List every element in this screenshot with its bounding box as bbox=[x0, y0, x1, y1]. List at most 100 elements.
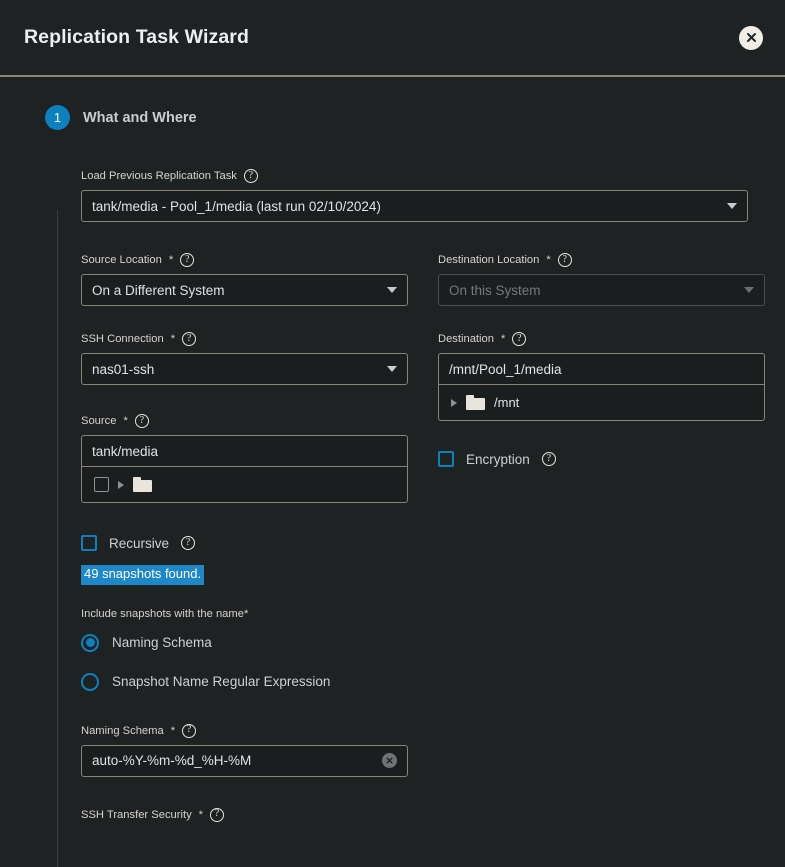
destination-tree-item-label: /mnt bbox=[494, 395, 520, 410]
help-icon[interactable]: ? bbox=[512, 332, 527, 346]
chevron-right-icon[interactable] bbox=[118, 480, 124, 489]
help-icon[interactable]: ? bbox=[134, 414, 149, 428]
chevron-right-icon[interactable] bbox=[451, 398, 457, 407]
ssh-connection-value: nas01-ssh bbox=[92, 361, 155, 377]
help-icon[interactable]: ? bbox=[182, 723, 197, 738]
help-icon[interactable]: ? bbox=[557, 253, 572, 267]
wizard-form: Load Previous Replication Task ? tank/me… bbox=[0, 169, 785, 829]
source-location-label: Source Location * ? bbox=[81, 253, 408, 267]
source-location-value: On a Different System bbox=[92, 282, 225, 298]
clear-icon[interactable] bbox=[382, 753, 397, 769]
chevron-down-icon bbox=[387, 287, 397, 293]
radio-snapshot-regex-label: Snapshot Name Regular Expression bbox=[112, 674, 331, 690]
radio-naming-schema-control[interactable] bbox=[81, 633, 99, 652]
naming-schema-input[interactable]: auto-%Y-%m-%d_%H-%M bbox=[81, 744, 408, 777]
naming-schema-value: auto-%Y-%m-%d_%H-%M bbox=[92, 753, 252, 769]
required-marker: * bbox=[168, 254, 174, 266]
source-tree-checkbox[interactable] bbox=[94, 477, 109, 492]
source-input[interactable]: tank/media bbox=[81, 435, 408, 467]
radio-naming-schema[interactable]: Naming Schema bbox=[81, 633, 408, 652]
required-marker: * bbox=[123, 415, 128, 427]
load-previous-task-label: Load Previous Replication Task ? bbox=[81, 169, 748, 183]
destination-tree-panel[interactable]: /mnt bbox=[438, 385, 765, 421]
load-previous-task-select[interactable]: tank/media - Pool_1/media (last run 02/1… bbox=[81, 190, 748, 222]
field-source-location: Source Location * ? On a Different System bbox=[81, 253, 408, 306]
destination-value: /mnt/Pool_1/media bbox=[449, 361, 562, 377]
help-icon[interactable]: ? bbox=[182, 332, 197, 346]
location-row: Source Location * ? On a Different System… bbox=[81, 253, 785, 306]
step-number-badge: 1 bbox=[45, 105, 70, 130]
required-marker: * bbox=[546, 254, 551, 266]
destination-location-label: Destination Location * ? bbox=[438, 253, 765, 267]
destination-input[interactable]: /mnt/Pool_1/media bbox=[438, 353, 765, 385]
destination-location-value: On this System bbox=[449, 282, 541, 298]
help-icon[interactable]: ? bbox=[243, 169, 258, 183]
ssh-connection-label: SSH Connection * ? bbox=[81, 332, 408, 346]
replication-task-wizard: Replication Task Wizard 1 What and Where… bbox=[0, 0, 785, 867]
encryption-checkbox[interactable] bbox=[438, 451, 454, 467]
right-column: Destination * ? /mnt/Pool_1/media /mnt E… bbox=[438, 332, 765, 829]
snapshots-found-text: 49 snapshots found. bbox=[81, 565, 205, 585]
field-destination-location: Destination Location * ? On this System bbox=[438, 253, 765, 306]
field-ssh-connection: SSH Connection * ? nas01-ssh bbox=[81, 332, 408, 385]
radio-snapshot-regex-control[interactable] bbox=[81, 672, 99, 691]
chevron-down-icon bbox=[387, 366, 397, 372]
destination-location-label-text: Destination Location bbox=[438, 254, 540, 266]
field-destination: Destination * ? /mnt/Pool_1/media /mnt bbox=[438, 332, 765, 421]
naming-schema-label-text: Naming Schema bbox=[81, 724, 164, 737]
include-snapshots-label: Include snapshots with the name* bbox=[81, 608, 408, 620]
snapshots-found-wrap: 49 snapshots found. bbox=[81, 565, 408, 585]
chevron-down-icon bbox=[744, 287, 754, 293]
field-ssh-transfer-security: SSH Transfer Security * ? bbox=[81, 807, 408, 822]
chevron-down-icon bbox=[727, 203, 737, 209]
ssh-transfer-security-label: SSH Transfer Security * ? bbox=[81, 807, 408, 822]
include-snapshots-group: Include snapshots with the name* Naming … bbox=[81, 608, 408, 691]
folder-icon bbox=[466, 395, 485, 410]
field-naming-schema: Naming Schema * ? auto-%Y-%m-%d_%H-%M bbox=[81, 723, 408, 777]
load-previous-task-value: tank/media - Pool_1/media (last run 02/1… bbox=[92, 198, 381, 214]
help-icon[interactable]: ? bbox=[210, 807, 225, 822]
folder-icon bbox=[133, 477, 152, 492]
wizard-body: 1 What and Where Load Previous Replicati… bbox=[0, 77, 785, 867]
source-tree-panel[interactable] bbox=[81, 467, 408, 503]
field-source: Source * ? tank/media bbox=[81, 414, 408, 503]
include-snapshots-label-text: Include snapshots with the name bbox=[81, 607, 244, 620]
source-location-select[interactable]: On a Different System bbox=[81, 274, 408, 306]
required-marker: * bbox=[170, 724, 176, 737]
field-load-previous-task: Load Previous Replication Task ? tank/me… bbox=[81, 169, 748, 222]
required-marker: * bbox=[243, 607, 249, 620]
source-label-text: Source bbox=[81, 415, 117, 427]
recursive-label: Recursive bbox=[109, 535, 170, 551]
destination-label-text: Destination bbox=[438, 333, 494, 345]
left-column: SSH Connection * ? nas01-ssh Source * ? bbox=[81, 332, 408, 829]
recursive-checkbox-row[interactable]: Recursive ? bbox=[81, 535, 408, 551]
page-title: Replication Task Wizard bbox=[24, 26, 249, 48]
required-marker: * bbox=[198, 808, 204, 821]
help-icon[interactable]: ? bbox=[541, 452, 556, 466]
radio-naming-schema-label: Naming Schema bbox=[112, 635, 212, 651]
close-icon[interactable] bbox=[739, 25, 763, 50]
load-previous-task-label-text: Load Previous Replication Task bbox=[81, 170, 237, 182]
ssh-transfer-security-label-text: SSH Transfer Security bbox=[81, 808, 192, 821]
required-marker: * bbox=[170, 333, 176, 345]
source-label: Source * ? bbox=[81, 414, 408, 428]
encryption-checkbox-row[interactable]: Encryption ? bbox=[438, 451, 765, 467]
ssh-connection-label-text: SSH Connection bbox=[81, 333, 164, 345]
step-title: What and Where bbox=[83, 109, 197, 126]
wizard-header: Replication Task Wizard bbox=[0, 0, 785, 77]
destination-label: Destination * ? bbox=[438, 332, 765, 346]
source-location-label-text: Source Location bbox=[81, 254, 162, 266]
connection-destination-row: SSH Connection * ? nas01-ssh Source * ? bbox=[81, 332, 785, 829]
help-icon[interactable]: ? bbox=[180, 253, 195, 267]
encryption-label: Encryption bbox=[466, 451, 530, 467]
wizard-step-1[interactable]: 1 What and Where bbox=[0, 77, 785, 130]
radio-dot bbox=[85, 638, 95, 648]
radio-snapshot-regex[interactable]: Snapshot Name Regular Expression bbox=[81, 672, 408, 691]
naming-schema-label: Naming Schema * ? bbox=[81, 723, 408, 738]
help-icon[interactable]: ? bbox=[181, 536, 196, 550]
source-value: tank/media bbox=[92, 443, 159, 459]
destination-location-select: On this System bbox=[438, 274, 765, 306]
ssh-connection-select[interactable]: nas01-ssh bbox=[81, 353, 408, 385]
required-marker: * bbox=[500, 333, 506, 345]
recursive-checkbox[interactable] bbox=[81, 535, 97, 551]
